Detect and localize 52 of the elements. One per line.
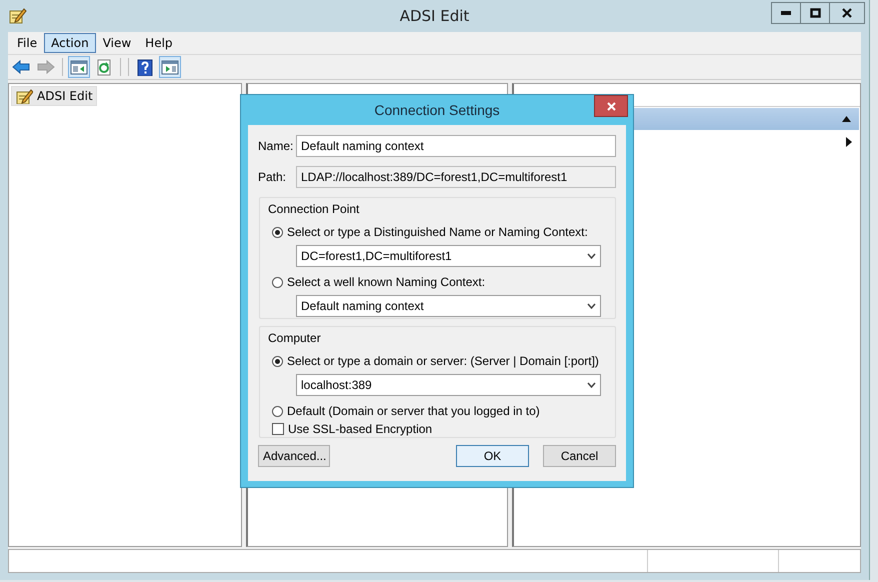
app-icon: [15, 88, 33, 104]
close-icon: [842, 8, 852, 18]
dropdown-field[interactable]: DC=forest1,DC=multiforest1: [296, 245, 601, 267]
caret-icon: [587, 303, 596, 309]
radio-label: Default (Domain or server that you logged in to): [287, 404, 540, 418]
app-icon: [8, 7, 28, 25]
minimize-icon: [781, 11, 791, 15]
dropdown-field[interactable]: Default naming context: [296, 295, 601, 317]
group-title: Computer: [268, 331, 321, 345]
radio-button[interactable]: [272, 356, 283, 366]
refresh-icon: [95, 58, 113, 76]
menu-item[interactable]: File: [10, 33, 44, 53]
close-icon: [606, 102, 616, 110]
radio-button[interactable]: [272, 276, 283, 288]
checkbox-label: Use SSL-based Encryption: [288, 422, 432, 436]
checkbox[interactable]: [272, 423, 284, 435]
help-icon: [136, 58, 154, 76]
group-title: Connection Point: [268, 202, 360, 216]
cancel-button[interactable]: Cancel: [543, 445, 616, 467]
caret-icon: [587, 382, 596, 388]
dialog-title: Connection Settings: [374, 102, 500, 118]
close-button[interactable]: [829, 2, 865, 24]
radio-label: Select or type a Distinguished Name or Naming Context:: [287, 225, 588, 239]
toolbar-button[interactable]: [68, 56, 90, 78]
ok-button[interactable]: OK: [456, 445, 529, 467]
menu-item[interactable]: Action: [44, 33, 96, 53]
collapse-icon: [842, 116, 851, 122]
radio-button[interactable]: [272, 406, 283, 416]
tree-pane-icon: [70, 58, 88, 76]
action-pane-icon: [161, 58, 179, 76]
dropdown-field[interactable]: localhost:389: [296, 374, 601, 396]
radio-label: Select or type a domain or server: (Server | Domain [:port]): [287, 354, 599, 368]
submenu-arrow-icon: [846, 137, 852, 147]
caret-icon: [587, 253, 596, 259]
radio-label: Select a well known Naming Context:: [287, 275, 486, 289]
close-button[interactable]: [594, 95, 628, 117]
path-label: Path:: [258, 170, 288, 184]
forward-arrow-icon: [37, 58, 55, 76]
radio-button[interactable]: [272, 226, 283, 238]
advanced-button[interactable]: Advanced...: [258, 445, 330, 467]
window-title: ADSI Edit: [400, 7, 470, 25]
back-arrow-icon: [12, 58, 30, 76]
name-field[interactable]: Default naming context: [296, 135, 616, 157]
name-label: Name:: [258, 139, 290, 153]
toolbar-button[interactable]: [159, 56, 181, 78]
maximize-icon: [810, 8, 820, 18]
path-field: LDAP://localhost:389/DC=forest1,DC=multiforest1: [296, 166, 616, 188]
maximize-button[interactable]: [800, 2, 830, 24]
menu-item[interactable]: View: [96, 33, 138, 53]
menu-item[interactable]: Help: [138, 33, 180, 53]
tree-item[interactable]: ADSI Edit: [11, 86, 97, 106]
minimize-button[interactable]: [771, 2, 801, 24]
